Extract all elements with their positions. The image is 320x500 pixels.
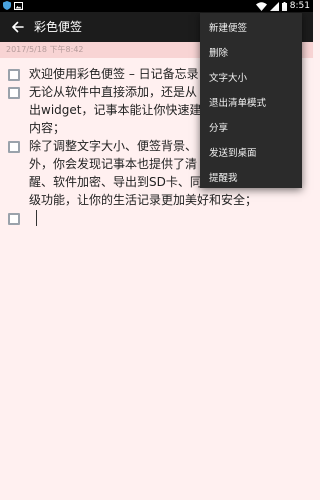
status-time: 8:51 [289,1,310,11]
item-checkbox[interactable] [8,69,20,81]
wifi-icon [255,1,267,11]
item-checkbox[interactable] [8,141,20,153]
menu-item-text-size[interactable]: 文字大小 [200,64,302,89]
text-cursor [36,210,37,226]
arrow-left-icon [12,21,24,33]
battery-icon [281,1,287,11]
menu-item-exit-checklist[interactable]: 退出清单模式 [200,89,302,114]
checklist-item [8,209,308,226]
menu-item-delete[interactable]: 删除 [200,39,302,64]
item-checkbox[interactable] [8,87,20,99]
item-text[interactable]: 无论从软件中直接添加，还是从 出widget，记事本能让你快速建 内容； [29,83,201,137]
item-checkbox[interactable] [8,213,20,225]
status-right-icons: 8:51 [255,0,310,12]
image-icon [14,1,23,10]
menu-item-new-note[interactable]: 新建便签 [200,14,302,39]
status-bar: 8:51 [0,0,313,12]
item-text[interactable]: 欢迎使用彩色便签 – 日记备忘录 [29,65,199,83]
menu-item-send-to-desktop[interactable]: 发送到桌面 [200,139,302,164]
status-left-icons [3,1,23,10]
app-title: 彩色便签 [34,20,83,34]
back-button[interactable] [8,17,28,37]
menu-item-share[interactable]: 分享 [200,114,302,139]
menu-item-remind-me[interactable]: 提醒我 [200,164,302,189]
overflow-menu: 新建便签 删除 文字大小 退出清单模式 分享 发送到桌面 提醒我 [200,13,302,188]
note-date: 2017/5/18 下午8:42 [6,45,84,54]
shield-icon [3,1,11,10]
signal-icon [269,1,279,11]
